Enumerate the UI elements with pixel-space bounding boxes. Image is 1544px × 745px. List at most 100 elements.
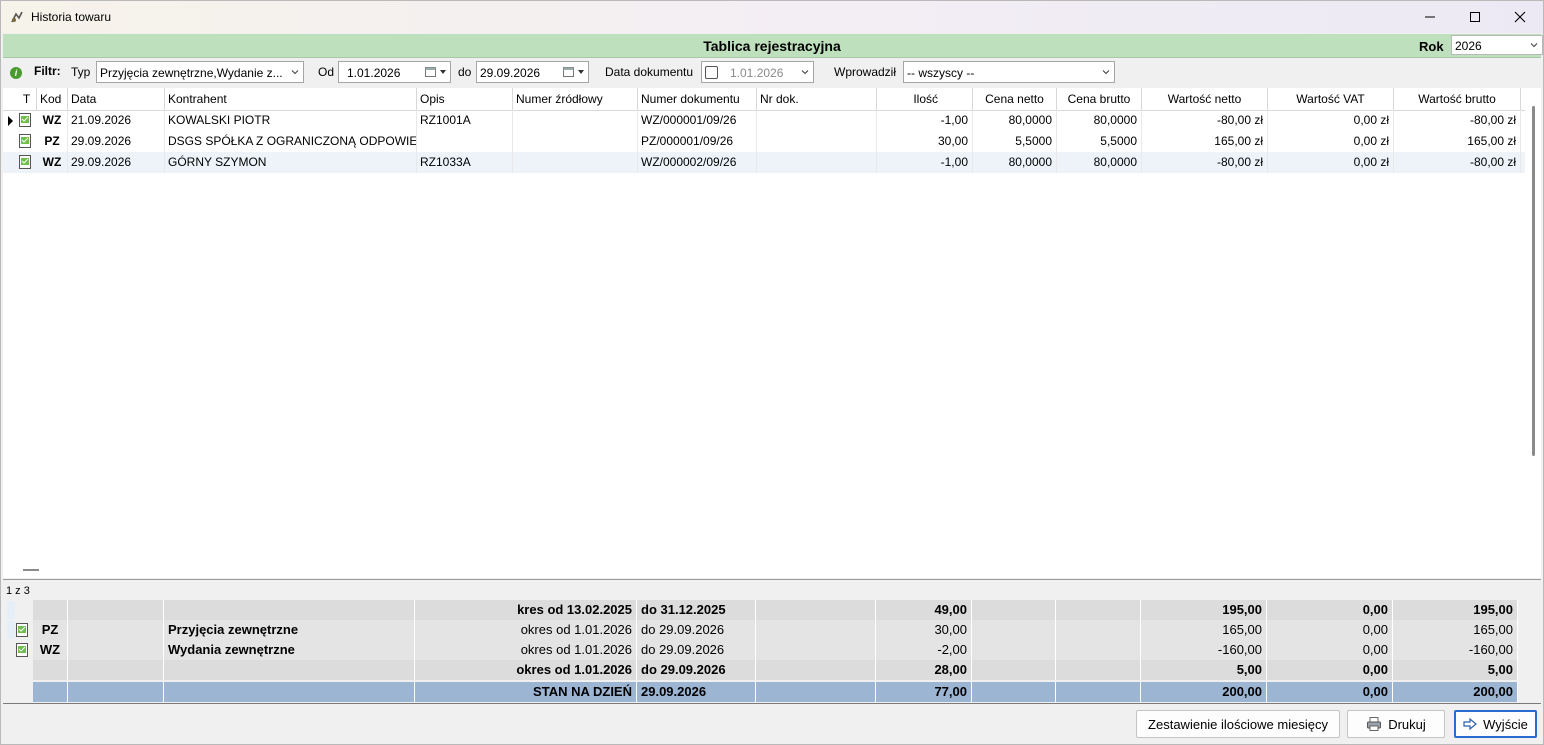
cell-kontrahent: DSGS SPÓŁKA Z OGRANICZONĄ ODPOWIEDZIALNO…: [165, 131, 417, 152]
col-header-numer-zrodlowy[interactable]: Numer źródłowy: [513, 88, 638, 110]
col-header-opis[interactable]: Opis: [417, 88, 513, 110]
exit-button[interactable]: Wyjście: [1454, 710, 1537, 738]
col-header-cena-brutto[interactable]: Cena brutto: [1057, 88, 1142, 110]
rok-value: 2026: [1455, 39, 1482, 53]
cell-opis: [417, 131, 513, 152]
summary-row[interactable]: kres od 13.02.2025 do 31.12.2025 49,00 1…: [33, 600, 1518, 620]
col-header-wartosc-netto[interactable]: Wartość netto: [1142, 88, 1268, 110]
cell-numer-dokumentu: PZ/000001/09/26: [638, 131, 757, 152]
summary-row[interactable]: PZ Przyjęcia zewnętrzne okres od 1.01.20…: [16, 620, 1518, 640]
filter-bar: i Filtr: Typ Przyjęcia zewnętrzne,Wydani…: [3, 58, 1541, 87]
col-header-cena-netto[interactable]: Cena netto: [973, 88, 1057, 110]
col-header-wartosc-brutto[interactable]: Wartość brutto: [1394, 88, 1521, 110]
cell-numer-zrodlowy: [513, 131, 638, 152]
col-header-kontrahent[interactable]: Kontrahent: [165, 88, 417, 110]
summary-vat: 0,00: [1267, 660, 1393, 680]
data-dokumentu-checkbox[interactable]: [705, 66, 718, 79]
cell-opis: RZ1001A: [417, 110, 513, 131]
wprowadzil-combo[interactable]: -- wszyscy --: [903, 61, 1115, 83]
exit-arrow-icon: [1463, 717, 1478, 731]
cell-cena-netto: 5,5000: [973, 131, 1057, 152]
dropdown-arrow-icon[interactable]: [440, 70, 446, 74]
summary-row[interactable]: WZ Wydania zewnętrzne okres od 1.01.2026…: [16, 640, 1518, 660]
print-button-label: Drukuj: [1388, 716, 1426, 732]
horizontal-scrollbar-thumb[interactable]: [23, 569, 39, 571]
wprowadzil-value: -- wszyscy --: [907, 66, 975, 80]
cell-data: 29.09.2026: [68, 131, 165, 152]
zestawienie-button[interactable]: Zestawienie ilościowe miesięcy: [1136, 710, 1340, 738]
data-dokumentu-label: Data dokumentu: [605, 65, 694, 79]
cell-kod: PZ: [37, 131, 68, 152]
col-header-ilosc[interactable]: Ilość: [877, 88, 973, 110]
summary-empty: [756, 682, 876, 702]
cell-wartosc-vat: 0,00 zł: [1268, 131, 1394, 152]
summary-name: [164, 682, 415, 702]
summary-empty: [972, 640, 1056, 660]
cell-opis: RZ1033A: [417, 152, 513, 173]
summary-empty: [756, 660, 876, 680]
col-header-data[interactable]: Data: [68, 88, 165, 110]
header-band: Tablica rejestracyjna Rok 2026: [3, 34, 1543, 58]
summary-netto: 165,00: [1141, 620, 1267, 640]
summary-empty: [1056, 682, 1141, 702]
summary-do: do 29.09.2026: [637, 640, 756, 660]
cell-numer-zrodlowy: [513, 152, 638, 173]
dropdown-arrow-icon[interactable]: [578, 70, 584, 74]
table-row[interactable]: WZ 21.09.2026 KOWALSKI PIOTR RZ1001A WZ/…: [3, 110, 1525, 131]
table-row[interactable]: WZ 29.09.2026 GÓRNY SZYMON RZ1033A WZ/00…: [3, 152, 1525, 173]
typ-combo[interactable]: Przyjęcia zewnętrzne,Wydanie z...: [96, 61, 304, 83]
scrollbar-thumb[interactable]: [1532, 106, 1535, 456]
do-date-field[interactable]: 29.09.2026: [476, 61, 589, 83]
chevron-down-icon: [801, 70, 809, 75]
summary-ilosc: -2,00: [876, 640, 972, 660]
col-header-wartosc-vat[interactable]: Wartość VAT: [1268, 88, 1394, 110]
document-icon: [19, 155, 31, 169]
summary-do: do 29.09.2026: [637, 620, 756, 640]
cell-nr-dok: [757, 152, 877, 173]
exit-button-label: Wyjście: [1483, 716, 1528, 732]
document-icon: [19, 113, 31, 127]
summary-netto: -160,00: [1141, 640, 1267, 660]
summary-empty: [1056, 640, 1141, 660]
cell-kod: WZ: [37, 110, 68, 131]
cell-kontrahent: GÓRNY SZYMON: [165, 152, 417, 173]
summary-empty: [68, 682, 164, 702]
chevron-down-icon: [1102, 70, 1110, 75]
current-row-indicator-icon: [8, 116, 13, 126]
summary-empty: [68, 660, 164, 680]
summary-total-row[interactable]: STAN NA DZIEŃ 29.09.2026 77,00 200,00 0,…: [33, 682, 1518, 702]
history-window: Historia towaru Tablica rejestracyjna Ro…: [0, 0, 1544, 745]
table-row[interactable]: PZ 29.09.2026 DSGS SPÓŁKA Z OGRANICZONĄ …: [3, 131, 1525, 152]
close-button[interactable]: [1497, 1, 1543, 33]
col-header-kod[interactable]: Kod: [37, 88, 68, 110]
splitter[interactable]: [3, 579, 1541, 580]
col-header-t[interactable]: T: [17, 88, 37, 110]
summary-do: do 29.09.2026: [637, 660, 756, 680]
print-button[interactable]: Drukuj: [1347, 710, 1445, 738]
maximize-icon: [1470, 12, 1480, 22]
summary-kod: [33, 682, 68, 702]
rok-select[interactable]: 2026: [1451, 35, 1543, 55]
window-title: Historia towaru: [31, 10, 112, 24]
summary-brutto: 195,00: [1393, 600, 1518, 620]
cell-ilosc: -1,00: [877, 152, 973, 173]
summary-empty: [1056, 660, 1141, 680]
calendar-icon[interactable]: [563, 66, 574, 77]
info-icon[interactable]: i: [10, 67, 22, 79]
cell-ilosc: -1,00: [877, 110, 973, 131]
cell-cena-netto: 80,0000: [973, 110, 1057, 131]
col-header-numer-dokumentu[interactable]: Numer dokumentu: [638, 88, 757, 110]
zestawienie-button-label: Zestawienie ilościowe miesięcy: [1148, 716, 1328, 732]
cell-nr-dok: [757, 110, 877, 131]
maximize-button[interactable]: [1452, 1, 1498, 33]
summary-brutto: 200,00: [1393, 682, 1518, 702]
document-icon: [16, 623, 28, 637]
minimize-button[interactable]: [1407, 1, 1453, 33]
summary-row[interactable]: okres od 1.01.2026 do 29.09.2026 28,00 5…: [33, 660, 1518, 681]
data-dokumentu-field[interactable]: 1.01.2026: [701, 61, 814, 83]
od-date-field[interactable]: 1.01.2026: [338, 61, 451, 83]
summary-empty: [1056, 600, 1141, 620]
col-header-nr-dok[interactable]: Nr dok.: [757, 88, 877, 110]
calendar-icon[interactable]: [425, 66, 436, 77]
cell-wartosc-netto: -80,00 zł: [1142, 152, 1268, 173]
